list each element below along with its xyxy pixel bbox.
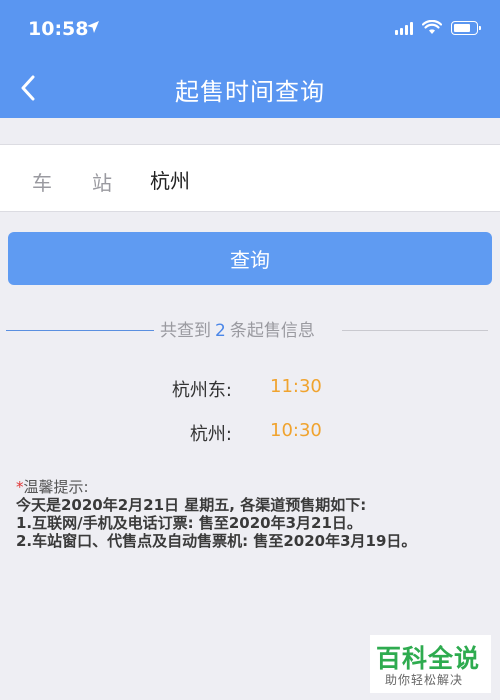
tips-line: 2.车站窗口、代售点及自动售票机: 售至2020年3月19日。	[16, 532, 417, 550]
divider-left	[6, 330, 154, 331]
result-count: 2	[215, 321, 226, 341]
query-button[interactable]: 查询	[8, 232, 492, 285]
tips-line: 1.互联网/手机及电话订票: 售至2020年3月21日。	[16, 514, 362, 532]
station-label: 车站	[32, 171, 152, 195]
result-time: 10:30	[270, 420, 322, 441]
required-star: *	[16, 478, 24, 496]
tips-title: *温馨提示:	[16, 478, 490, 496]
nav-bar: 起售时间查询	[0, 58, 500, 118]
watermark-logo: 百科全说 助你轻松解决	[370, 635, 491, 693]
result-time: 11:30	[270, 376, 322, 397]
result-summary-text: 共查到 2 条起售信息	[160, 316, 315, 341]
watermark-subtitle: 助你轻松解决	[385, 673, 464, 687]
divider-right	[342, 330, 488, 331]
result-summary: 共查到 2 条起售信息	[0, 314, 500, 342]
status-bar: 10:58	[0, 0, 500, 58]
result-station: 杭州东:	[171, 380, 232, 401]
location-arrow-icon	[87, 21, 99, 33]
tips-line: 今天是2020年2月21日 星期五, 各渠道预售期如下:	[16, 496, 367, 514]
station-input[interactable]	[150, 157, 470, 201]
wifi-icon	[422, 20, 442, 34]
summary-suffix: 条起售信息	[229, 321, 315, 341]
result-row: 杭州: 10:30	[0, 416, 500, 446]
watermark-title: 百科全说	[376, 644, 481, 673]
status-time: 10:58	[28, 18, 89, 40]
tips-section: *温馨提示: 今天是2020年2月21日 星期五, 各渠道预售期如下: 1.互联…	[16, 478, 490, 550]
summary-prefix: 共查到	[160, 321, 211, 341]
battery-icon	[451, 20, 481, 35]
tips-title-text: 温馨提示:	[23, 478, 89, 496]
signal-icon	[395, 21, 413, 35]
station-field-row: 车站	[0, 144, 500, 212]
page-title: 起售时间查询	[175, 78, 325, 106]
status-icons	[395, 20, 481, 35]
result-row: 杭州东: 11:30	[0, 372, 500, 402]
result-station: 杭州:	[189, 424, 232, 445]
header: 10:58 起售时间查询	[0, 0, 500, 118]
